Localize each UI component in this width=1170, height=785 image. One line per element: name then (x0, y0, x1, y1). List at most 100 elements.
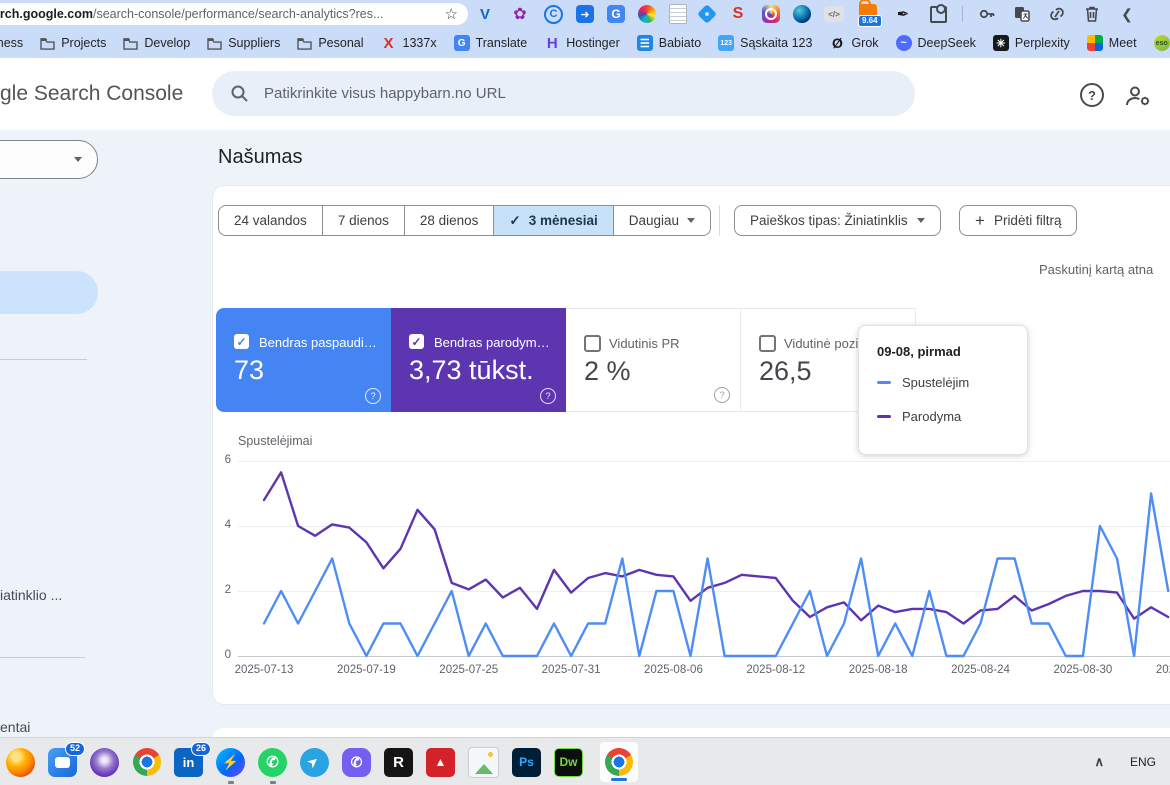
bookmark-folder-projects[interactable]: Projects (40, 36, 106, 50)
range-24h-button[interactable]: 24 valandos (219, 206, 322, 235)
bookmark-translate[interactable]: G Translate (453, 35, 527, 51)
bookmark-meet[interactable]: Meet (1086, 35, 1137, 51)
bookmarks-bar: iness Projects Develop Suppliers Pesonal… (0, 28, 1170, 58)
perplexity-icon: ✳ (992, 35, 1009, 51)
help-icon[interactable]: ? (1080, 83, 1104, 107)
color-wheel-extension-icon[interactable] (638, 5, 656, 23)
google-meet-icon (1086, 35, 1103, 51)
sidebar-item-performance-selected[interactable] (0, 271, 98, 314)
dreamweaver-icon[interactable]: Dw (554, 747, 583, 777)
total-clicks-card[interactable]: ✓ Bendras paspaudi… 73 ? (216, 308, 391, 412)
running-indicator (227, 781, 234, 784)
bookmark-eso[interactable]: esoESO (1153, 35, 1170, 51)
plus-icon: + (975, 210, 985, 230)
extensions-row: V ✿ C ➜ G S </> 9.64 ✒ ❮ (474, 0, 1138, 28)
chat-app-icon[interactable]: 52 (48, 741, 85, 777)
address-bar[interactable]: earch.google.com/search-console/performa… (0, 3, 468, 25)
range-7d-button[interactable]: 7 dienos (321, 206, 404, 235)
sidebar-item-label[interactable]: iatinklio ... (0, 587, 62, 603)
page-translate-icon[interactable] (1011, 3, 1033, 25)
chevron-down-icon (74, 157, 82, 162)
x-tick-label: 2025-08-24 (951, 664, 1010, 676)
help-icon[interactable]: ? (540, 388, 556, 404)
help-icon[interactable]: ? (714, 387, 730, 403)
taskbar-icons: 52 in 26 ⚡ ✆ ➤ ✆ R ▲ Ps Dw (6, 738, 638, 785)
photoshop-icon[interactable]: Ps (512, 747, 541, 777)
invoice-doc-icon: 123 (718, 35, 735, 51)
messenger-icon[interactable]: ⚡ (216, 747, 245, 784)
bookmark-perplexity[interactable]: ✳ Perplexity (992, 35, 1070, 51)
clicks-checkbox[interactable]: ✓ (234, 334, 249, 349)
notification-badge: 52 (64, 741, 85, 756)
last-updated-text: Paskutinį kartą atna (1039, 262, 1154, 277)
chrome-icon[interactable] (132, 748, 161, 777)
chrome-active-icon[interactable] (600, 742, 638, 782)
linkedin-icon[interactable]: in 26 (174, 741, 211, 777)
bookmark-folder-suppliers[interactable]: Suppliers (207, 36, 280, 50)
help-icon[interactable]: ? (365, 388, 381, 404)
language-indicator[interactable]: ENG (1130, 755, 1156, 769)
bookmark-saskaita[interactable]: 123 Sąskaita 123 (718, 35, 812, 51)
avg-ctr-card[interactable]: Vidutinis PR 2 % ? (566, 308, 741, 412)
position-checkbox[interactable] (759, 335, 776, 352)
code-extension-icon[interactable]: </> (824, 6, 844, 22)
trash-icon[interactable] (1081, 3, 1103, 25)
v-extension-icon[interactable]: V (474, 3, 496, 25)
x-tick-label: 2025-08-18 (848, 664, 908, 676)
tor-browser-icon[interactable] (90, 747, 119, 777)
add-filter-button[interactable]: + Pridėti filtrą (959, 205, 1078, 236)
bookmark-babiato[interactable]: ☰ Babiato (636, 35, 701, 51)
ctr-checkbox[interactable] (584, 335, 601, 352)
acrobat-icon[interactable]: ▲ (426, 747, 455, 777)
x-tick-label: 2025-07-19 (336, 664, 396, 676)
shopping-bag-extension-icon[interactable]: 9.64 (857, 3, 882, 27)
c-circle-extension-icon[interactable]: C (544, 4, 563, 24)
password-key-icon[interactable] (976, 3, 998, 25)
deepseek-whale-icon: ~ (895, 35, 912, 51)
viber-icon[interactable]: ✆ (342, 747, 371, 777)
search-console-logo[interactable]: gle Search Console (0, 82, 183, 106)
telegram-icon[interactable]: ➤ (300, 747, 329, 777)
notes-extension-icon[interactable] (669, 4, 687, 24)
bookmark-hostinger[interactable]: H Hostinger (544, 34, 620, 52)
bookmark-deepseek[interactable]: ~ DeepSeek (895, 35, 976, 51)
range-28d-button[interactable]: 28 dienos (403, 206, 494, 235)
translate-extension-icon[interactable]: G (607, 5, 625, 23)
color-picker-extension-icon[interactable]: ✒ (892, 3, 914, 25)
overflow-chevron-icon[interactable]: ❮ (1116, 3, 1138, 25)
search-type-filter-button[interactable]: Paieškos tipas: Žiniatinklis (734, 205, 941, 236)
r-app-icon[interactable]: R (384, 747, 413, 777)
url-inspect-search[interactable]: Patikrinkite visus happybarn.no URL (212, 71, 915, 116)
extensions-puzzle-icon[interactable] (927, 3, 949, 25)
toolbar-separator (962, 6, 963, 22)
seo-extension-icon[interactable]: S (727, 3, 749, 25)
clicks-value: 73 (234, 355, 265, 385)
camera-extension-icon[interactable] (762, 5, 780, 23)
performance-chart[interactable]: Spustelėjimai 0246 2025-07-13 2025-07-19 2… (213, 431, 1170, 703)
position-value: 26,5 (759, 356, 812, 386)
photo-editor-icon[interactable] (468, 746, 499, 778)
bookmark-star-icon[interactable]: ☆ (445, 5, 458, 23)
share-extension-icon[interactable]: ➜ (576, 5, 594, 23)
sidebar-item-label[interactable]: entai (0, 719, 30, 735)
bookmark-item[interactable]: iness (0, 36, 23, 50)
bookmark-folder-develop[interactable]: Develop (123, 36, 190, 50)
range-3mo-button[interactable]: ✓ 3 mėnesiai (493, 206, 613, 235)
settings-user-icon[interactable] (1124, 85, 1152, 112)
hostinger-icon: H (546, 34, 558, 52)
tray-expand-icon[interactable]: ∧ (1094, 754, 1104, 770)
bookmark-folder-pesonal[interactable]: Pesonal (297, 36, 364, 50)
sphere-extension-icon[interactable] (793, 5, 811, 23)
copy-link-icon[interactable] (1046, 3, 1068, 25)
x-tick-label: 2025-07-13 (234, 664, 294, 676)
impressions-checkbox[interactable]: ✓ (409, 334, 424, 349)
tag-extension-icon[interactable] (697, 4, 717, 24)
bookmark-grok[interactable]: Ø Grok (829, 35, 879, 51)
firefox-icon[interactable] (6, 747, 35, 777)
total-impressions-card[interactable]: ✓ Bendras parodym… 3,73 tūkst. ? (391, 308, 566, 412)
property-selector[interactable] (0, 140, 98, 179)
whatsapp-icon[interactable]: ✆ (258, 747, 287, 784)
range-more-button[interactable]: Daugiau (612, 206, 710, 235)
bookmark-1337x[interactable]: X 1337x (381, 35, 437, 52)
flower-extension-icon[interactable]: ✿ (509, 3, 531, 25)
